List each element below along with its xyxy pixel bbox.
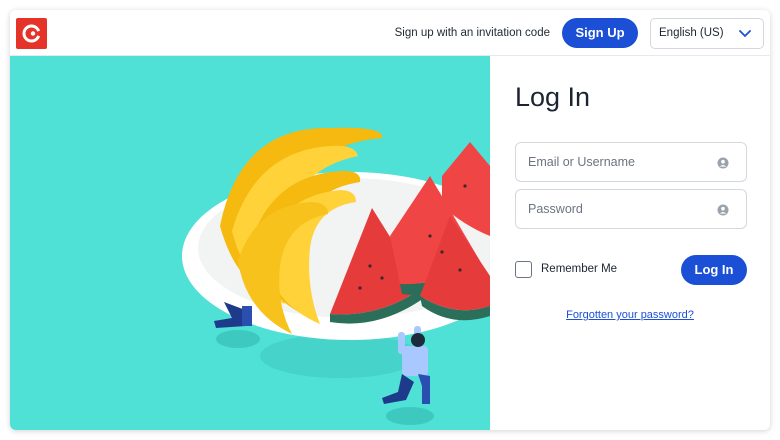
email-input[interactable]	[516, 143, 716, 181]
login-panel: Log In Remember Me Log In Forgotten your…	[490, 56, 770, 430]
forgot-password-link[interactable]: Forgotten your password?	[490, 309, 770, 321]
user-icon	[717, 204, 729, 216]
top-bar: Sign up with an invitation code Sign Up …	[10, 10, 770, 56]
password-field[interactable]	[515, 189, 747, 229]
brand-logo-icon[interactable]	[16, 18, 47, 49]
log-in-button[interactable]: Log In	[681, 255, 747, 285]
chevron-down-icon	[739, 30, 751, 37]
user-icon	[717, 157, 729, 169]
fruit-plate-illustration	[182, 127, 490, 425]
language-select[interactable]: English (US)	[650, 18, 764, 49]
invitation-code-link[interactable]: Sign up with an invitation code	[340, 10, 550, 56]
login-window: Sign up with an invitation code Sign Up …	[10, 10, 770, 430]
remember-me-checkbox[interactable]	[515, 261, 532, 278]
page-title: Log In	[515, 82, 591, 112]
password-input[interactable]	[516, 190, 716, 228]
remember-me-label: Remember Me	[541, 263, 618, 275]
sign-up-button[interactable]: Sign Up	[562, 18, 638, 48]
email-field[interactable]	[515, 142, 747, 182]
hero-illustration	[10, 56, 490, 430]
language-label: English (US)	[659, 27, 724, 39]
